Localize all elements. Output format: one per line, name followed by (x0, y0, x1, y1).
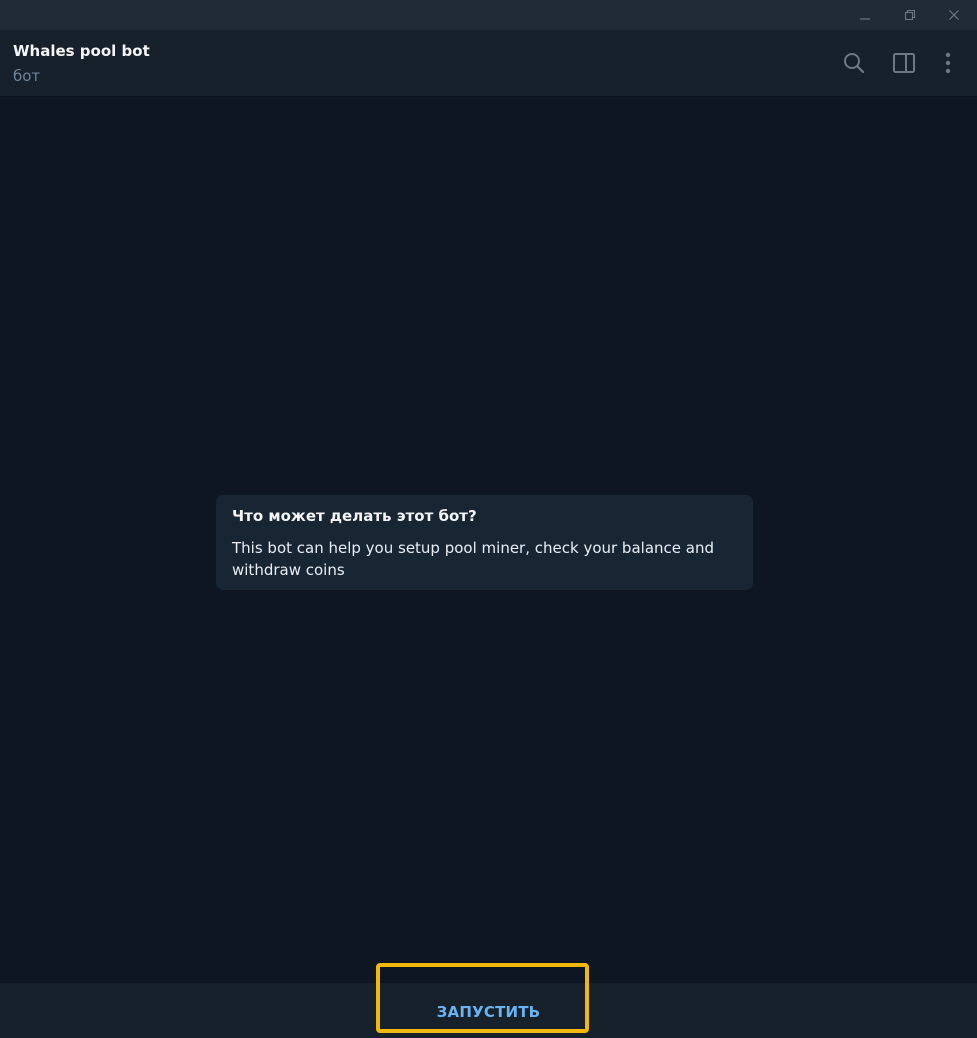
close-icon[interactable] (932, 0, 976, 30)
restore-icon[interactable] (888, 0, 932, 30)
bottom-bar: ЗАПУСТИТЬ (0, 983, 977, 1038)
bot-info-card: Что может делать этот бот? This bot can … (216, 495, 753, 590)
chat-area: Что может делать этот бот? This bot can … (0, 97, 977, 983)
start-button[interactable]: ЗАПУСТИТЬ (0, 983, 977, 1038)
chat-subtitle: бот (13, 67, 41, 85)
bot-info-description: This bot can help you setup pool miner, … (232, 539, 714, 579)
bot-info-title: Что может делать этот бот? (232, 507, 477, 525)
sidebar-panel-icon[interactable] (891, 50, 917, 76)
search-icon[interactable] (841, 50, 867, 76)
chat-title[interactable]: Whales pool bot (13, 42, 150, 60)
more-vertical-icon[interactable] (935, 50, 961, 76)
window-title-bar (0, 0, 977, 30)
minimize-icon[interactable] (843, 0, 887, 30)
telegram-window: Whales pool bot бот Что может делать это… (0, 0, 977, 1038)
start-button-label: ЗАПУСТИТЬ (436, 1003, 541, 1021)
chat-header: Whales pool bot бот (0, 30, 977, 97)
